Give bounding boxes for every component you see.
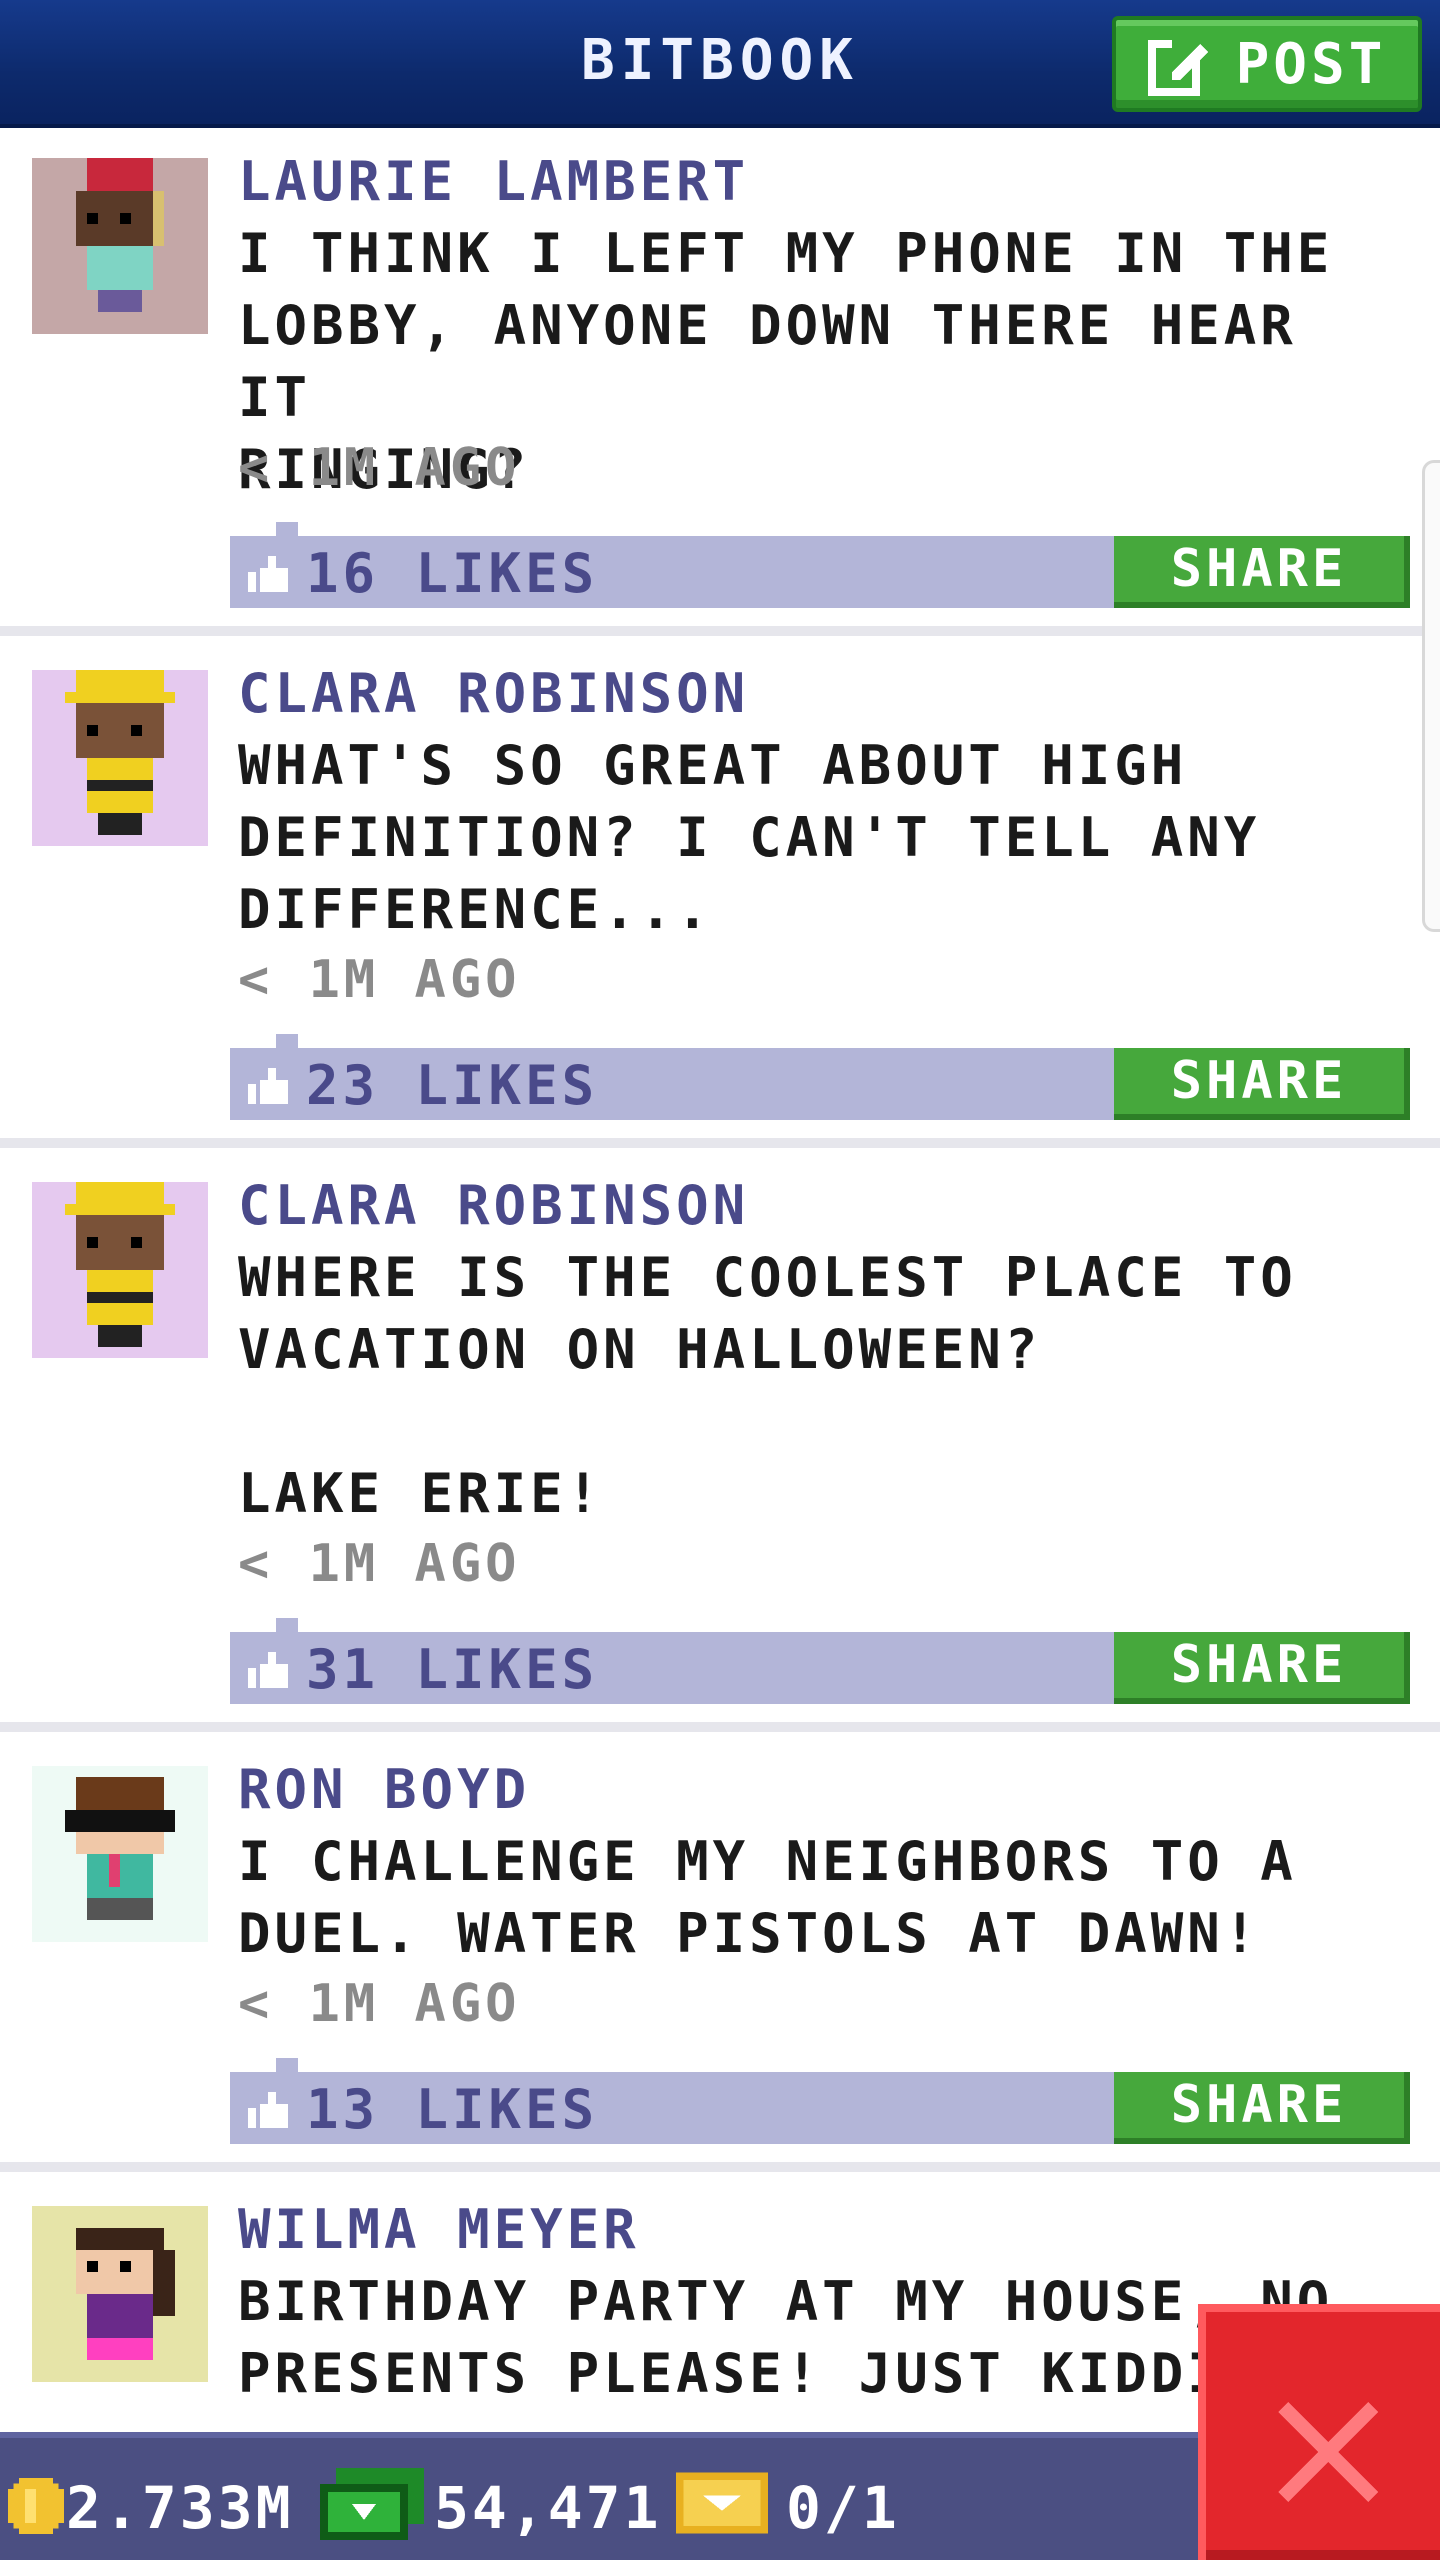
share-button[interactable]: SHARE — [1114, 2072, 1410, 2144]
likes-count: 13 LIKES — [306, 2078, 599, 2141]
thumbs-up-icon[interactable] — [248, 556, 288, 592]
post-divider — [0, 2162, 1440, 2172]
bitbook-feed[interactable]: LAURIE LAMBERT I THINK I LEFT MY PHONE I… — [0, 132, 1440, 2432]
post-message: WHERE IS THE COOLEST PLACE TO VACATION O… — [238, 1246, 1297, 1525]
thumbs-up-icon[interactable] — [248, 2092, 288, 2128]
post-timestamp: < 1M AGO — [238, 1534, 521, 1594]
like-bar-tab — [276, 2058, 298, 2074]
share-button[interactable]: SHARE — [1114, 1048, 1410, 1120]
post-author[interactable]: CLARA ROBINSON — [238, 1174, 749, 1237]
close-icon — [1278, 2402, 1378, 2502]
likes-count: 23 LIKES — [306, 1054, 599, 1117]
thumbs-up-icon[interactable] — [248, 1652, 288, 1688]
post-button-label: POST — [1235, 31, 1387, 97]
likes-count: 31 LIKES — [306, 1638, 599, 1701]
scrollbar[interactable] — [1422, 460, 1440, 932]
avatar[interactable] — [32, 1766, 208, 1942]
like-bar-tab — [276, 1034, 298, 1050]
likes-bar: 23 LIKES SHARE — [230, 1034, 1410, 1120]
golden-ticket-icon — [676, 2472, 768, 2534]
post-timestamp: < 1M AGO — [238, 438, 521, 498]
likes-bar: 31 LIKES SHARE — [230, 1618, 1410, 1704]
thumbs-up-icon[interactable] — [248, 1068, 288, 1104]
post-message: I CHALLENGE MY NEIGHBORS TO A DUEL. WATE… — [238, 1830, 1297, 1965]
like-bar-tab — [276, 1618, 298, 1634]
post-author[interactable]: WILMA MEYER — [238, 2198, 640, 2261]
post-author[interactable]: CLARA ROBINSON — [238, 662, 749, 725]
coin-icon — [8, 2478, 64, 2534]
edit-icon — [1147, 36, 1208, 96]
share-button[interactable]: SHARE — [1114, 536, 1410, 608]
post-divider — [0, 1722, 1440, 1732]
app-header: BITBOOK POST — [0, 0, 1440, 128]
coin-balance: 2.733M — [66, 2474, 294, 2542]
post-timestamp: < 1M AGO — [238, 1974, 521, 2034]
ticket-count: 0/1 — [786, 2474, 900, 2542]
post-timestamp: < 1M AGO — [238, 950, 521, 1010]
like-bar-tab — [276, 522, 298, 538]
close-button[interactable] — [1198, 2304, 1440, 2560]
avatar[interactable] — [32, 670, 208, 846]
post-author[interactable]: RON BOYD — [238, 1758, 530, 1821]
likes-bar: 13 LIKES SHARE — [230, 2058, 1410, 2144]
bux-balance: 54,471 — [434, 2474, 662, 2542]
post-divider — [0, 626, 1440, 636]
likes-count: 16 LIKES — [306, 542, 599, 605]
avatar[interactable] — [32, 1182, 208, 1358]
avatar[interactable] — [32, 2206, 208, 2382]
bux-icon — [320, 2468, 424, 2540]
post-message: WHAT'S SO GREAT ABOUT HIGH DEFINITION? I… — [238, 734, 1261, 941]
avatar[interactable] — [32, 158, 208, 334]
likes-bar: 16 LIKES SHARE — [230, 522, 1410, 608]
share-button[interactable]: SHARE — [1114, 1632, 1410, 1704]
post-divider — [0, 1138, 1440, 1148]
post-button[interactable]: POST — [1112, 16, 1422, 112]
post-author[interactable]: LAURIE LAMBERT — [238, 150, 749, 213]
